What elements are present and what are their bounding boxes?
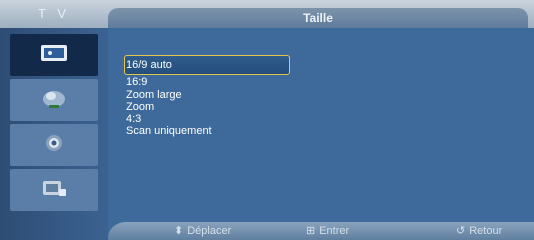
menu-item-16-9[interactable]: 16:9 bbox=[126, 76, 147, 88]
sidebar bbox=[0, 28, 108, 240]
settings-icon bbox=[39, 132, 69, 159]
sidebar-item-settings[interactable] bbox=[10, 124, 98, 166]
menu-item-16-9-auto[interactable]: 16/9 auto bbox=[126, 59, 172, 71]
input-icon bbox=[39, 177, 69, 204]
sound-icon bbox=[39, 87, 69, 114]
menu-item-4-3[interactable]: 4:3 bbox=[126, 113, 141, 125]
footer-return-label: Retour bbox=[469, 225, 503, 237]
title-bar: T V Taille bbox=[0, 0, 534, 28]
sidebar-item-picture[interactable] bbox=[10, 34, 98, 76]
updown-icon: ⬍ bbox=[174, 225, 184, 237]
picture-icon bbox=[39, 42, 69, 69]
menu-item-zoom-large[interactable]: Zoom large bbox=[126, 89, 182, 101]
tv-label: T V bbox=[38, 6, 70, 21]
return-icon: ↺ bbox=[456, 225, 466, 237]
footer-enter-label: Entrer bbox=[319, 225, 350, 237]
footer-move-label: Déplacer bbox=[187, 225, 232, 237]
sidebar-item-input[interactable] bbox=[10, 169, 98, 211]
enter-icon: ⊞ bbox=[306, 225, 316, 237]
menu-title: Taille bbox=[303, 11, 333, 25]
sidebar-item-sound[interactable] bbox=[10, 79, 98, 121]
footer-return-hint: ↺ Retour bbox=[456, 225, 502, 237]
menu-item-zoom[interactable]: Zoom bbox=[126, 101, 154, 113]
footer-move-hint: ⬍ Déplacer bbox=[174, 225, 231, 237]
menu-item-scan-uniquement[interactable]: Scan uniquement bbox=[126, 125, 212, 137]
footer-enter-hint: ⊞ Entrer bbox=[306, 225, 349, 237]
